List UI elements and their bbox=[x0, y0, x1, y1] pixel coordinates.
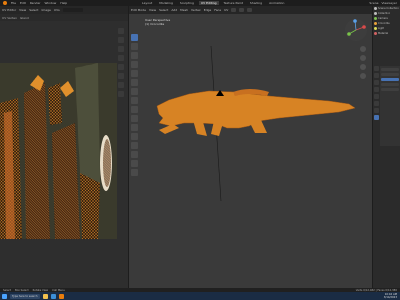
uv-view-menu[interactable]: View bbox=[19, 8, 26, 12]
prop-field[interactable] bbox=[381, 88, 399, 91]
uv-tool-grab-icon[interactable] bbox=[118, 91, 124, 97]
outliner-item-icon bbox=[374, 27, 377, 30]
uv-tool-cursor-icon[interactable] bbox=[118, 37, 124, 43]
camera-view-icon[interactable] bbox=[360, 64, 366, 70]
outliner-item-label: Crocodile bbox=[378, 22, 390, 25]
taskbar-clock[interactable]: 10:42 AM 3/14/2023 bbox=[384, 293, 397, 299]
material-tab-icon[interactable] bbox=[374, 115, 379, 120]
uv-texture-canvas[interactable] bbox=[0, 63, 117, 239]
uv-tool-scale-icon[interactable] bbox=[118, 64, 124, 70]
uv-image-menu[interactable]: Image bbox=[41, 8, 50, 12]
prop-field-active[interactable] bbox=[381, 78, 399, 81]
uv-subheader: UV Vertex Island bbox=[0, 14, 128, 21]
blender-window: File Edit Render Window Help Layout Mode… bbox=[0, 0, 400, 300]
ortho-toggle-icon[interactable] bbox=[360, 73, 366, 79]
menu-edit[interactable]: Edit bbox=[20, 1, 26, 5]
uv-tool-annotate-icon[interactable] bbox=[118, 82, 124, 88]
menu-render[interactable]: Render bbox=[30, 1, 41, 5]
windows-taskbar: Type here to search 10:42 AM 3/14/2023 bbox=[0, 292, 400, 300]
menu-file[interactable]: File bbox=[11, 1, 16, 5]
outliner-properties-panel: Scene Collection Collection Camera Crocodil… bbox=[372, 6, 400, 288]
blender-taskbar-icon[interactable] bbox=[59, 293, 64, 299]
output-tab-icon[interactable] bbox=[374, 80, 379, 85]
3d-viewport-panel[interactable]: Edit Mode View Select Add Mesh Vertex Ed… bbox=[128, 6, 372, 288]
uv-tool-transform-icon[interactable] bbox=[118, 73, 124, 79]
outliner-item-label: Light bbox=[378, 27, 385, 30]
uv-uvs-menu[interactable]: UVs bbox=[54, 8, 60, 12]
scene-field[interactable]: Scene bbox=[369, 1, 378, 5]
tab-uv-editing[interactable]: UV Editing bbox=[198, 1, 219, 5]
zoom-icon[interactable] bbox=[360, 46, 366, 52]
menu-window[interactable]: Window bbox=[45, 1, 57, 5]
tab-modeling[interactable]: Modeling bbox=[157, 1, 175, 5]
properties-tabs bbox=[374, 66, 379, 120]
outliner-item-icon bbox=[374, 22, 377, 25]
taskbar-search[interactable]: Type here to search bbox=[10, 293, 40, 299]
viewlayer-field[interactable]: ViewLayer bbox=[382, 1, 397, 5]
outliner-item-label: Collection bbox=[378, 12, 391, 15]
navigation-gizmo[interactable] bbox=[344, 18, 368, 42]
uv-tool-rotate-icon[interactable] bbox=[118, 55, 124, 61]
render-tab-icon[interactable] bbox=[374, 73, 379, 78]
image-selector[interactable] bbox=[62, 8, 83, 12]
uv-sync-mode[interactable]: UV Vertex bbox=[2, 16, 17, 20]
tab-layout[interactable]: Layout bbox=[140, 1, 154, 5]
tab-shading[interactable]: Shading bbox=[248, 1, 264, 5]
blender-logo-icon[interactable] bbox=[3, 1, 7, 5]
scene-tab-icon[interactable] bbox=[374, 87, 379, 92]
outliner-item-label: Material bbox=[378, 32, 389, 35]
uv-tool-strip bbox=[118, 28, 126, 97]
outliner-item-label: Scene Collection bbox=[378, 7, 399, 10]
crocodile-mesh[interactable] bbox=[129, 6, 373, 288]
file-explorer-icon[interactable] bbox=[43, 293, 48, 299]
uv-tool-select-icon[interactable] bbox=[118, 28, 124, 34]
prop-field[interactable] bbox=[381, 83, 399, 86]
menu-help[interactable]: Help bbox=[60, 1, 67, 5]
outliner-item-label: Camera bbox=[378, 17, 388, 20]
modifier-tab-icon[interactable] bbox=[374, 108, 379, 113]
tool-tab-icon[interactable] bbox=[374, 66, 379, 71]
tab-animation[interactable]: Animation bbox=[267, 1, 286, 5]
object-tab-icon[interactable] bbox=[374, 101, 379, 106]
pan-icon[interactable] bbox=[360, 55, 366, 61]
outliner-item-icon bbox=[374, 7, 377, 10]
uv-island-mode[interactable]: Island bbox=[20, 16, 29, 20]
properties-editor bbox=[380, 66, 400, 146]
world-tab-icon[interactable] bbox=[374, 94, 379, 99]
outliner-item-icon bbox=[374, 17, 377, 20]
uv-editor-header: UV Editor View Select Image UVs bbox=[0, 6, 128, 14]
windows-start-icon[interactable] bbox=[2, 293, 7, 299]
outliner-item-icon bbox=[374, 12, 377, 15]
browser-icon[interactable] bbox=[51, 293, 56, 299]
uv-tool-move-icon[interactable] bbox=[118, 46, 124, 52]
outliner-item-icon bbox=[374, 32, 377, 35]
tab-texture-paint[interactable]: Texture Paint bbox=[222, 1, 245, 5]
uv-select-menu[interactable]: Select bbox=[29, 8, 38, 12]
prop-field[interactable] bbox=[381, 68, 399, 71]
uv-editor-type-menu[interactable]: UV Editor bbox=[2, 8, 16, 12]
prop-field[interactable] bbox=[381, 73, 399, 76]
clock-date: 3/14/2023 bbox=[383, 296, 397, 299]
viewport-nav-buttons bbox=[360, 46, 366, 79]
outliner-item[interactable]: Material bbox=[373, 31, 400, 36]
outliner: Scene Collection Collection Camera Crocodil… bbox=[373, 6, 400, 36]
tab-sculpting[interactable]: Sculpting bbox=[178, 1, 196, 5]
uv-editor-panel: UV Editor View Select Image UVs UV Verte… bbox=[0, 6, 128, 288]
